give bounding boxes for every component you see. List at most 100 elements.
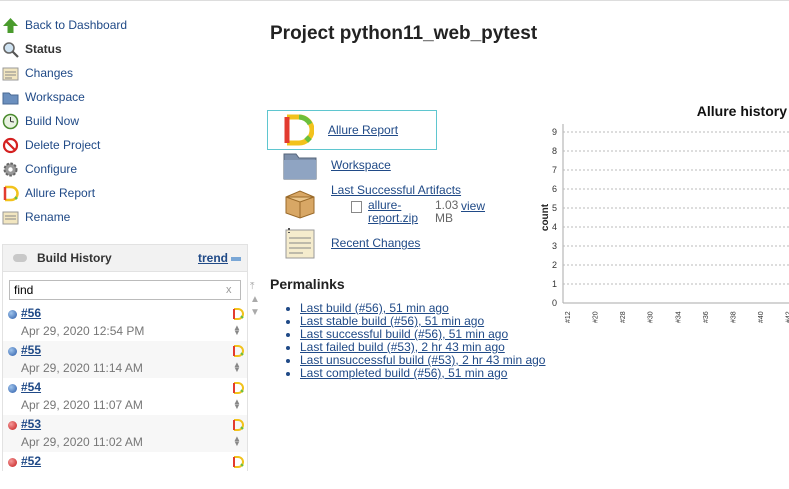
build-row[interactable]: #56 Apr 29, 2020 12:54 PM ▲ ▼ bbox=[3, 304, 247, 341]
y-tick-label: 3 bbox=[552, 241, 557, 251]
build-status-icon bbox=[8, 310, 17, 319]
package-icon bbox=[283, 187, 317, 219]
trend-label: trend bbox=[198, 251, 228, 265]
permalink-link[interactable]: Last failed build (#53), 2 hr 43 min ago bbox=[300, 340, 505, 354]
y-tick-label: 1 bbox=[552, 279, 557, 289]
artifact-view-link[interactable]: view bbox=[461, 199, 485, 225]
allure-icon bbox=[2, 185, 19, 202]
artifacts-block: Last Successful Artifacts allure-report.… bbox=[331, 183, 485, 225]
workspace-row: Workspace bbox=[283, 150, 391, 180]
permalink-item: Last completed build (#56), 51 min ago bbox=[300, 367, 545, 380]
build-search-input[interactable] bbox=[10, 282, 226, 298]
task-workspace[interactable]: Workspace bbox=[2, 85, 242, 109]
page-title: Project python11_web_pytest bbox=[270, 23, 538, 44]
scroll-up-icon[interactable]: ▲ bbox=[250, 293, 260, 306]
x-tick-label: #34 bbox=[675, 311, 682, 323]
search-icon bbox=[2, 41, 19, 58]
permalinks-list: Last build (#56), 51 min agoLast stable … bbox=[284, 302, 545, 380]
trend-link[interactable]: trend bbox=[198, 251, 241, 265]
allure-logo-icon bbox=[282, 114, 315, 146]
y-tick-label: 6 bbox=[552, 184, 557, 194]
task-label: Configure bbox=[25, 162, 78, 176]
allure-report-link[interactable]: Allure Report bbox=[328, 123, 398, 137]
clear-search-icon[interactable]: x bbox=[226, 284, 240, 296]
allure-icon[interactable] bbox=[232, 345, 244, 357]
build-date: Apr 29, 2020 11:07 AM bbox=[21, 398, 143, 412]
permalink-link[interactable]: Last build (#56), 51 min ago bbox=[300, 301, 449, 315]
build-menu-arrow-icon[interactable]: ▲ ▼ bbox=[231, 398, 243, 411]
build-status-icon bbox=[8, 384, 17, 393]
sidebar-tasks: Back to Dashboard Status Changes Workspa… bbox=[2, 13, 242, 229]
build-number-link[interactable]: #53 bbox=[21, 417, 41, 431]
task-status[interactable]: Status bbox=[2, 37, 242, 61]
task-configure[interactable]: Configure bbox=[2, 157, 242, 181]
task-allure-report[interactable]: Allure Report bbox=[2, 181, 242, 205]
allure-history-chart: Allure history 0 1 2 3 4 5 6 7 8 9 count #12 #20 #28 #3… bbox=[540, 103, 789, 323]
allure-icon[interactable] bbox=[232, 308, 244, 320]
trend-icon bbox=[231, 256, 241, 261]
x-tick-label: #38 bbox=[730, 311, 737, 323]
build-number-link[interactable]: #54 bbox=[21, 380, 41, 394]
task-label: Build Now bbox=[25, 114, 80, 128]
build-date: Apr 29, 2020 12:54 PM bbox=[21, 324, 145, 338]
recent-changes-row: Recent Changes bbox=[283, 226, 420, 260]
cloud-icon bbox=[13, 254, 27, 262]
workspace-link[interactable]: Workspace bbox=[331, 158, 391, 172]
permalink-link[interactable]: Last unsuccessful build (#53), 2 hr 43 m… bbox=[300, 353, 545, 367]
build-number-link[interactable]: #55 bbox=[21, 343, 41, 357]
build-status-icon bbox=[8, 347, 17, 356]
build-row[interactable]: #55 Apr 29, 2020 11:14 AM ▲ ▼ bbox=[3, 341, 247, 378]
build-menu-arrow-icon[interactable]: ▲ ▼ bbox=[231, 361, 243, 374]
task-label: Delete Project bbox=[25, 138, 101, 152]
y-tick-label: 4 bbox=[552, 222, 557, 232]
build-date: Apr 29, 2020 11:14 AM bbox=[21, 361, 143, 375]
y-tick-label: 0 bbox=[552, 298, 557, 308]
build-row[interactable]: #54 Apr 29, 2020 11:07 AM ▲ ▼ bbox=[3, 378, 247, 415]
build-number-link[interactable]: #56 bbox=[21, 306, 41, 320]
permalink-link[interactable]: Last stable build (#56), 51 min ago bbox=[300, 314, 484, 328]
permalink-link[interactable]: Last successful build (#56), 51 min ago bbox=[300, 327, 508, 341]
build-menu-arrow-icon[interactable]: ▲ ▼ bbox=[231, 324, 243, 337]
last-successful-artifacts-link[interactable]: Last Successful Artifacts bbox=[331, 183, 461, 197]
x-tick-label: #12 bbox=[565, 311, 572, 323]
build-status-icon bbox=[8, 421, 17, 430]
build-number-link[interactable]: #52 bbox=[21, 454, 41, 468]
permalinks-heading: Permalinks bbox=[270, 276, 345, 292]
task-changes[interactable]: Changes bbox=[2, 61, 242, 85]
build-menu-arrow-icon[interactable]: ▲ ▼ bbox=[231, 435, 243, 448]
x-tick-label: #20 bbox=[593, 311, 600, 323]
permalink-link[interactable]: Last completed build (#56), 51 min ago bbox=[300, 366, 507, 380]
notepad-icon bbox=[283, 226, 317, 260]
chart-title: Allure history bbox=[697, 103, 787, 119]
task-label: Status bbox=[25, 42, 62, 56]
allure-icon[interactable] bbox=[232, 382, 244, 394]
notepad-icon bbox=[2, 65, 19, 82]
x-tick-label: #42 bbox=[786, 311, 789, 323]
build-history-title: Build History bbox=[37, 251, 112, 265]
clock-icon bbox=[2, 113, 19, 130]
artifact-size: 1.03 MB bbox=[435, 198, 459, 225]
task-label: Rename bbox=[25, 210, 71, 224]
recent-changes-link[interactable]: Recent Changes bbox=[331, 236, 420, 250]
task-build-now[interactable]: Build Now bbox=[2, 109, 242, 133]
scroll-controls[interactable]: ⤒ ▲ ▼ bbox=[250, 280, 260, 319]
allure-icon[interactable] bbox=[232, 456, 244, 468]
y-tick-label: 2 bbox=[552, 260, 557, 270]
allure-icon[interactable] bbox=[232, 419, 244, 431]
build-date: Apr 29, 2020 11:02 AM bbox=[21, 435, 143, 449]
allure-report-link-box[interactable]: Allure Report bbox=[267, 110, 437, 150]
build-row[interactable]: #52 bbox=[3, 452, 247, 489]
y-tick-label: 7 bbox=[552, 165, 557, 175]
folder-icon bbox=[2, 89, 19, 106]
task-label: Back to Dashboard bbox=[25, 18, 128, 32]
build-row[interactable]: #53 Apr 29, 2020 11:02 AM ▲ ▼ bbox=[3, 415, 247, 452]
task-delete-project[interactable]: Delete Project bbox=[2, 133, 242, 157]
task-back-to-dashboard[interactable]: Back to Dashboard bbox=[2, 13, 242, 37]
task-label: Workspace bbox=[25, 90, 85, 104]
artifact-file-link[interactable]: allure-report.zip bbox=[368, 199, 428, 225]
task-rename[interactable]: Rename bbox=[2, 205, 242, 229]
scroll-top-icon[interactable]: ⤒ bbox=[250, 280, 260, 293]
folder-icon bbox=[283, 150, 317, 180]
build-history-header: Build History trend bbox=[3, 245, 247, 272]
scroll-down-icon[interactable]: ▼ bbox=[250, 306, 260, 319]
